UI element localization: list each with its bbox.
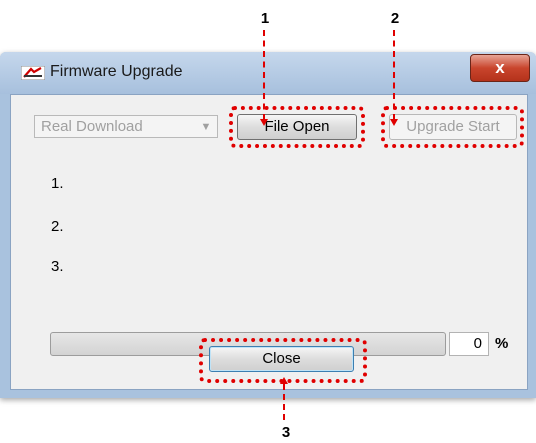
chevron-down-icon: ▼ xyxy=(200,121,212,133)
step-3-label: 3. xyxy=(51,258,64,275)
app-logo-icon xyxy=(21,66,45,80)
window-title: Firmware Upgrade xyxy=(50,63,183,80)
callout-number-2: 2 xyxy=(390,10,400,27)
title-bar[interactable]: Firmware Upgrade x xyxy=(0,52,536,94)
download-mode-select[interactable]: Real Download ▼ xyxy=(34,115,218,138)
callout-highlight-file-open xyxy=(229,106,365,148)
close-icon: x xyxy=(495,58,505,77)
callout-number-1: 1 xyxy=(260,10,270,27)
callout-number-3: 3 xyxy=(281,424,291,441)
dialog-body: Real Download ▼ File Open Upgrade Start … xyxy=(10,94,528,390)
percent-sign: % xyxy=(495,335,509,352)
download-mode-value: Real Download xyxy=(41,118,143,135)
firmware-upgrade-window: Firmware Upgrade x Real Download ▼ File … xyxy=(0,52,536,398)
callout-leader-2 xyxy=(393,30,395,120)
progress-percent-value: 0 xyxy=(449,332,489,356)
callout-leader-1 xyxy=(263,30,265,120)
callout-arrow-1 xyxy=(260,119,268,126)
step-1-label: 1. xyxy=(51,175,64,192)
callout-leader-3 xyxy=(283,384,285,420)
callout-arrow-3 xyxy=(280,377,288,384)
window-close-button[interactable]: x xyxy=(470,54,530,82)
callout-highlight-upgrade-start xyxy=(381,106,524,148)
step-2-label: 2. xyxy=(51,218,64,235)
callout-arrow-2 xyxy=(390,119,398,126)
